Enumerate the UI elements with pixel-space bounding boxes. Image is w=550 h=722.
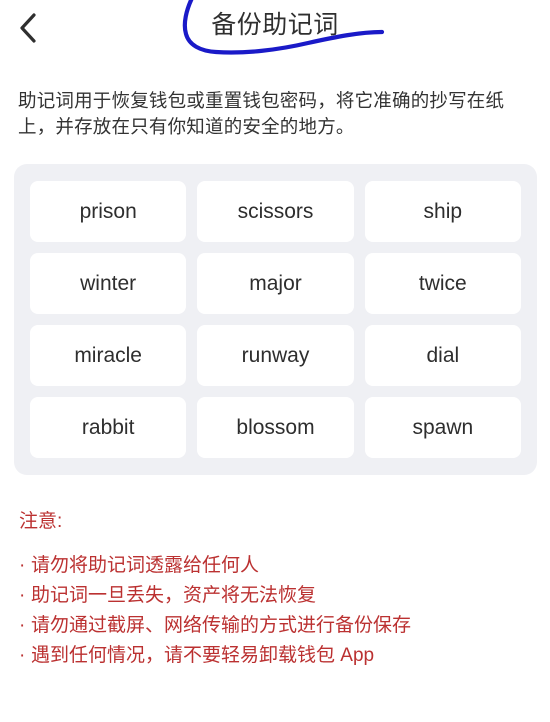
backup-mnemonic-screen: 备份助记词 助记词用于恢复钱包或重置钱包密码，将它准确的抄写在纸上，并存放在只有… (0, 0, 550, 722)
mnemonic-word[interactable]: twice (364, 253, 521, 314)
bullet-icon: · (19, 585, 26, 606)
warning-item-text: 请勿将助记词透露给任何人 (31, 555, 260, 576)
bullet-icon: · (19, 555, 26, 576)
warning-section: 注意: · 请勿将助记词透露给任何人 · 助记词一旦丢失，资产将无法恢复 · 请… (19, 509, 550, 671)
warning-item-text: 遇到任何情况，请不要轻易卸载钱包 App (31, 645, 375, 666)
app-header: 备份助记词 (0, 0, 550, 58)
description-text: 助记词用于恢复钱包或重置钱包密码，将它准确的抄写在纸上，并存放在只有你知道的安全… (18, 90, 505, 137)
warning-list-item: · 助记词一旦丢失，资产将无法恢复 (19, 581, 550, 611)
bullet-icon: · (19, 645, 26, 666)
mnemonic-word[interactable]: prison (30, 181, 187, 242)
mnemonic-word[interactable]: blossom (197, 397, 354, 458)
mnemonic-word-grid: prison scissors ship winter major twice … (30, 181, 521, 458)
mnemonic-word[interactable]: spawn (364, 397, 521, 458)
mnemonic-word[interactable]: runway (197, 325, 354, 386)
mnemonic-word[interactable]: dial (364, 325, 521, 386)
warning-item-text: 请勿通过截屏、网络传输的方式进行备份保存 (31, 615, 412, 636)
bullet-icon: · (19, 615, 26, 636)
mnemonic-word[interactable]: rabbit (30, 397, 187, 458)
mnemonic-word[interactable]: scissors (197, 181, 354, 242)
warning-title: 注意: (19, 511, 63, 532)
mnemonic-word[interactable]: winter (30, 253, 187, 314)
warning-item-text: 助记词一旦丢失，资产将无法恢复 (31, 585, 317, 606)
mnemonic-panel: prison scissors ship winter major twice … (14, 164, 537, 475)
warning-list-item: · 请勿通过截屏、网络传输的方式进行备份保存 (19, 611, 550, 641)
warning-list-item: · 请勿将助记词透露给任何人 (19, 551, 550, 581)
mnemonic-word[interactable]: major (197, 253, 354, 314)
page-title: 备份助记词 (211, 11, 339, 39)
warning-list-item: · 遇到任何情况，请不要轻易卸载钱包 App (19, 641, 550, 671)
mnemonic-word[interactable]: ship (364, 181, 521, 242)
mnemonic-word[interactable]: miracle (30, 325, 187, 386)
